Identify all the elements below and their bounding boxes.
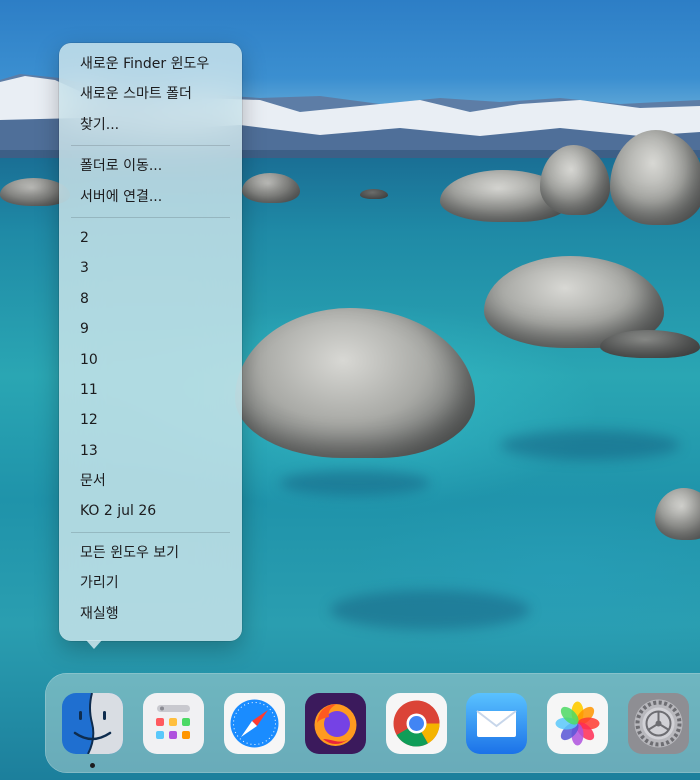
finder-icon[interactable] [62,693,123,754]
menu-item-show-all-windows[interactable]: 모든 윈도우 보기 [59,538,242,568]
menu-item-recent-window[interactable]: 13 [59,436,242,466]
menu-item-relaunch[interactable]: 재실행 [59,599,242,629]
boulder [600,330,700,358]
menu-item-new-finder-window[interactable]: 새로운 Finder 윈도우 [59,49,242,79]
launchpad-icon[interactable] [143,693,204,754]
boulder [360,189,388,199]
menu-item-find[interactable]: 찾기... [59,110,242,140]
menu-item-recent-window[interactable]: 9 [59,314,242,344]
chrome-icon[interactable] [386,693,447,754]
menu-item-recent-window[interactable]: 8 [59,284,242,314]
finder-dock-context-menu: 새로운 Finder 윈도우 새로운 스마트 폴더 찾기... 폴더로 이동..… [59,43,242,641]
menu-pointer-tail [86,640,102,649]
menu-separator [71,145,230,147]
menu-item-new-smart-folder[interactable]: 새로운 스마트 폴더 [59,79,242,109]
menu-item-recent-window[interactable]: 문서 [59,466,242,496]
photos-icon[interactable] [547,693,608,754]
menu-item-go-to-folder[interactable]: 폴더로 이동... [59,151,242,181]
menu-separator [71,531,230,533]
menu-item-recent-window[interactable]: 10 [59,345,242,375]
safari-icon[interactable] [224,693,285,754]
menu-item-recent-window[interactable]: 3 [59,253,242,283]
firefox-icon[interactable] [305,693,366,754]
menu-item-recent-window[interactable]: KO 2 jul 26 [59,496,242,526]
menu-item-recent-window[interactable]: 2 [59,223,242,253]
menu-item-connect-to-server[interactable]: 서버에 연결... [59,182,242,212]
mail-icon[interactable] [466,693,527,754]
menu-item-recent-window[interactable]: 11 [59,375,242,405]
menu-item-hide[interactable]: 가리기 [59,568,242,598]
finder-running-indicator [90,763,95,768]
menu-item-recent-window[interactable]: 12 [59,405,242,435]
menu-separator [71,216,230,218]
system-settings-icon[interactable] [628,693,689,754]
